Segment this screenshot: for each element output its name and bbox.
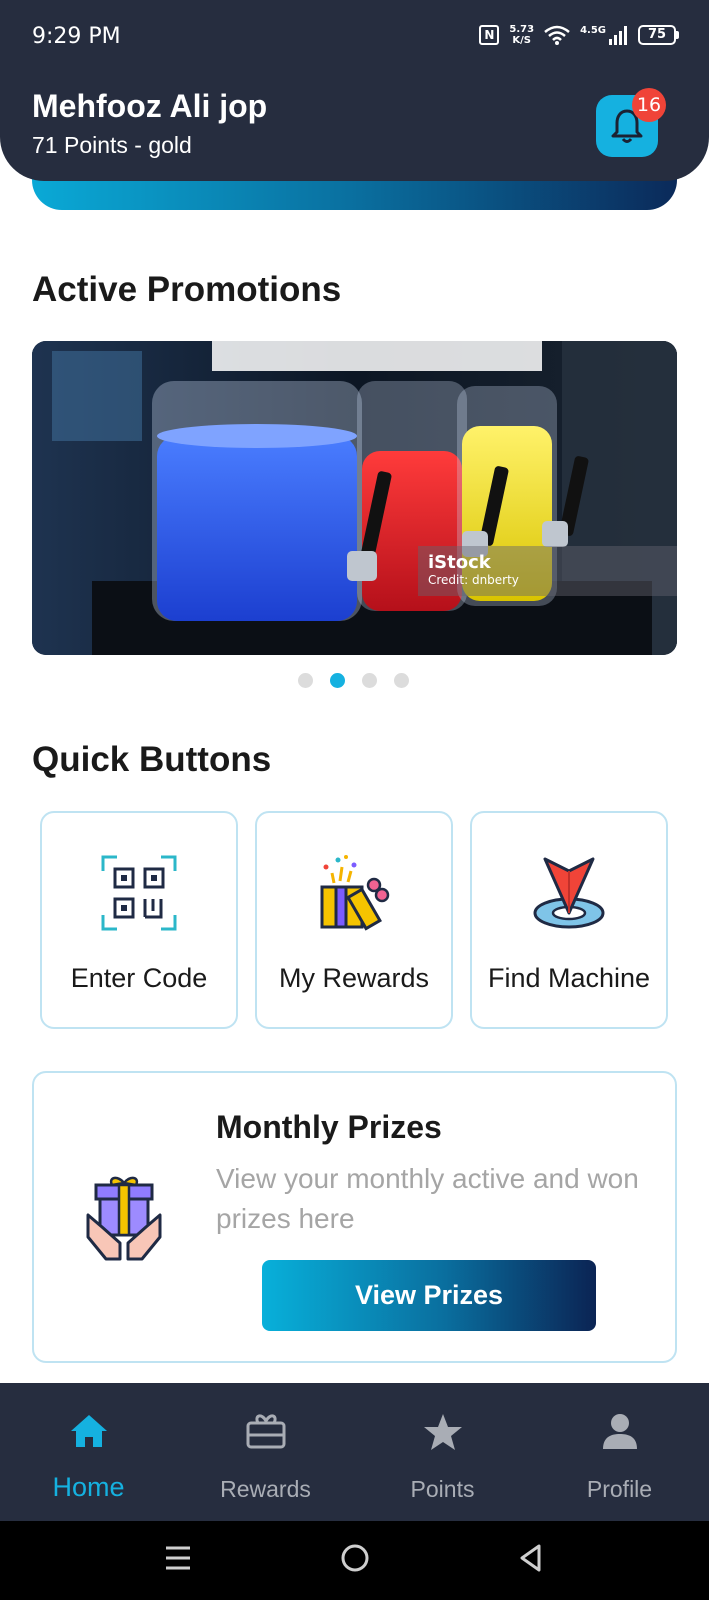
network-speed: 5.73 K/S bbox=[509, 24, 534, 46]
promotion-banner-image[interactable]: iStock Credit: dnberty bbox=[32, 341, 677, 655]
carousel-dot[interactable] bbox=[394, 673, 409, 688]
home-icon bbox=[70, 1415, 107, 1447]
back-triangle-icon[interactable] bbox=[516, 1543, 546, 1573]
home-circle-icon[interactable] bbox=[340, 1543, 370, 1573]
nav-label-points: Points bbox=[410, 1476, 475, 1502]
watermark-overlay: iStock Credit: dnberty bbox=[418, 546, 677, 596]
network-speed-value: 5.73 bbox=[509, 24, 535, 35]
user-points: 71 Points - gold bbox=[32, 132, 192, 158]
network-type: 4.5G bbox=[580, 25, 606, 36]
status-time: 9:29 PM bbox=[32, 24, 121, 49]
cell-signal-icon: 4.5G bbox=[580, 25, 628, 45]
battery-level: 75 bbox=[638, 25, 676, 45]
carousel-dot[interactable] bbox=[362, 673, 377, 688]
nav-item-home[interactable]: Home bbox=[0, 1383, 177, 1521]
user-name: Mehfooz Ali jop bbox=[32, 88, 268, 124]
find-machine-label: Find Machine bbox=[487, 963, 651, 993]
slush-machine-illustration bbox=[32, 341, 677, 655]
carousel-indicator bbox=[298, 673, 409, 688]
bottom-navigation: Home Rewards Points Profile bbox=[0, 1383, 709, 1521]
location-pin-icon bbox=[533, 857, 605, 929]
my-rewards-label: My Rewards bbox=[278, 963, 430, 993]
quick-buttons-title: Quick Buttons bbox=[32, 740, 272, 779]
enter-code-label: Enter Code bbox=[70, 963, 208, 993]
carousel-dot-active[interactable] bbox=[330, 673, 345, 688]
qr-code-icon bbox=[101, 855, 177, 931]
my-rewards-button[interactable]: My Rewards bbox=[255, 811, 453, 1029]
app-header: 9:29 PM N 5.73 K/S 4.5G 75 Mehfooz Ali j… bbox=[0, 0, 709, 181]
notification-count-badge: 16 bbox=[632, 88, 666, 122]
system-navigation-bar bbox=[0, 1521, 709, 1600]
nav-label-profile: Profile bbox=[586, 1476, 653, 1502]
battery-icon: 75 bbox=[638, 25, 679, 45]
monthly-prizes-description: View your monthly active and won prizes … bbox=[216, 1163, 639, 1234]
gift-box-icon bbox=[320, 855, 390, 931]
monthly-prizes-card: Monthly Prizes View your monthly active … bbox=[32, 1071, 677, 1363]
find-machine-button[interactable]: Find Machine bbox=[470, 811, 668, 1029]
nav-item-profile[interactable]: Profile bbox=[531, 1383, 708, 1521]
status-icons: N 5.73 K/S 4.5G 75 bbox=[479, 24, 679, 46]
nav-item-rewards[interactable]: Rewards bbox=[177, 1383, 354, 1521]
rewards-icon bbox=[246, 1414, 285, 1449]
view-prizes-button[interactable]: View Prizes bbox=[262, 1260, 596, 1331]
nfc-icon: N bbox=[479, 25, 500, 45]
watermark-credit: Credit: dnberty bbox=[428, 573, 519, 587]
star-icon bbox=[423, 1414, 462, 1450]
gift-in-hands-icon bbox=[86, 1176, 162, 1261]
active-promotions-title: Active Promotions bbox=[32, 270, 342, 309]
monthly-prizes-title: Monthly Prizes bbox=[216, 1109, 442, 1145]
nav-label-home: Home bbox=[52, 1472, 125, 1502]
nav-item-points[interactable]: Points bbox=[354, 1383, 531, 1521]
enter-code-button[interactable]: Enter Code bbox=[40, 811, 238, 1029]
person-icon bbox=[602, 1414, 637, 1449]
nav-label-rewards: Rewards bbox=[220, 1476, 311, 1502]
carousel-dot[interactable] bbox=[298, 673, 313, 688]
watermark-brand: iStock bbox=[428, 552, 491, 573]
network-speed-unit: K/S bbox=[512, 35, 532, 46]
status-bar: 9:29 PM N 5.73 K/S 4.5G 75 bbox=[0, 0, 709, 78]
wifi-icon bbox=[544, 25, 570, 45]
menu-icon[interactable] bbox=[163, 1543, 193, 1573]
